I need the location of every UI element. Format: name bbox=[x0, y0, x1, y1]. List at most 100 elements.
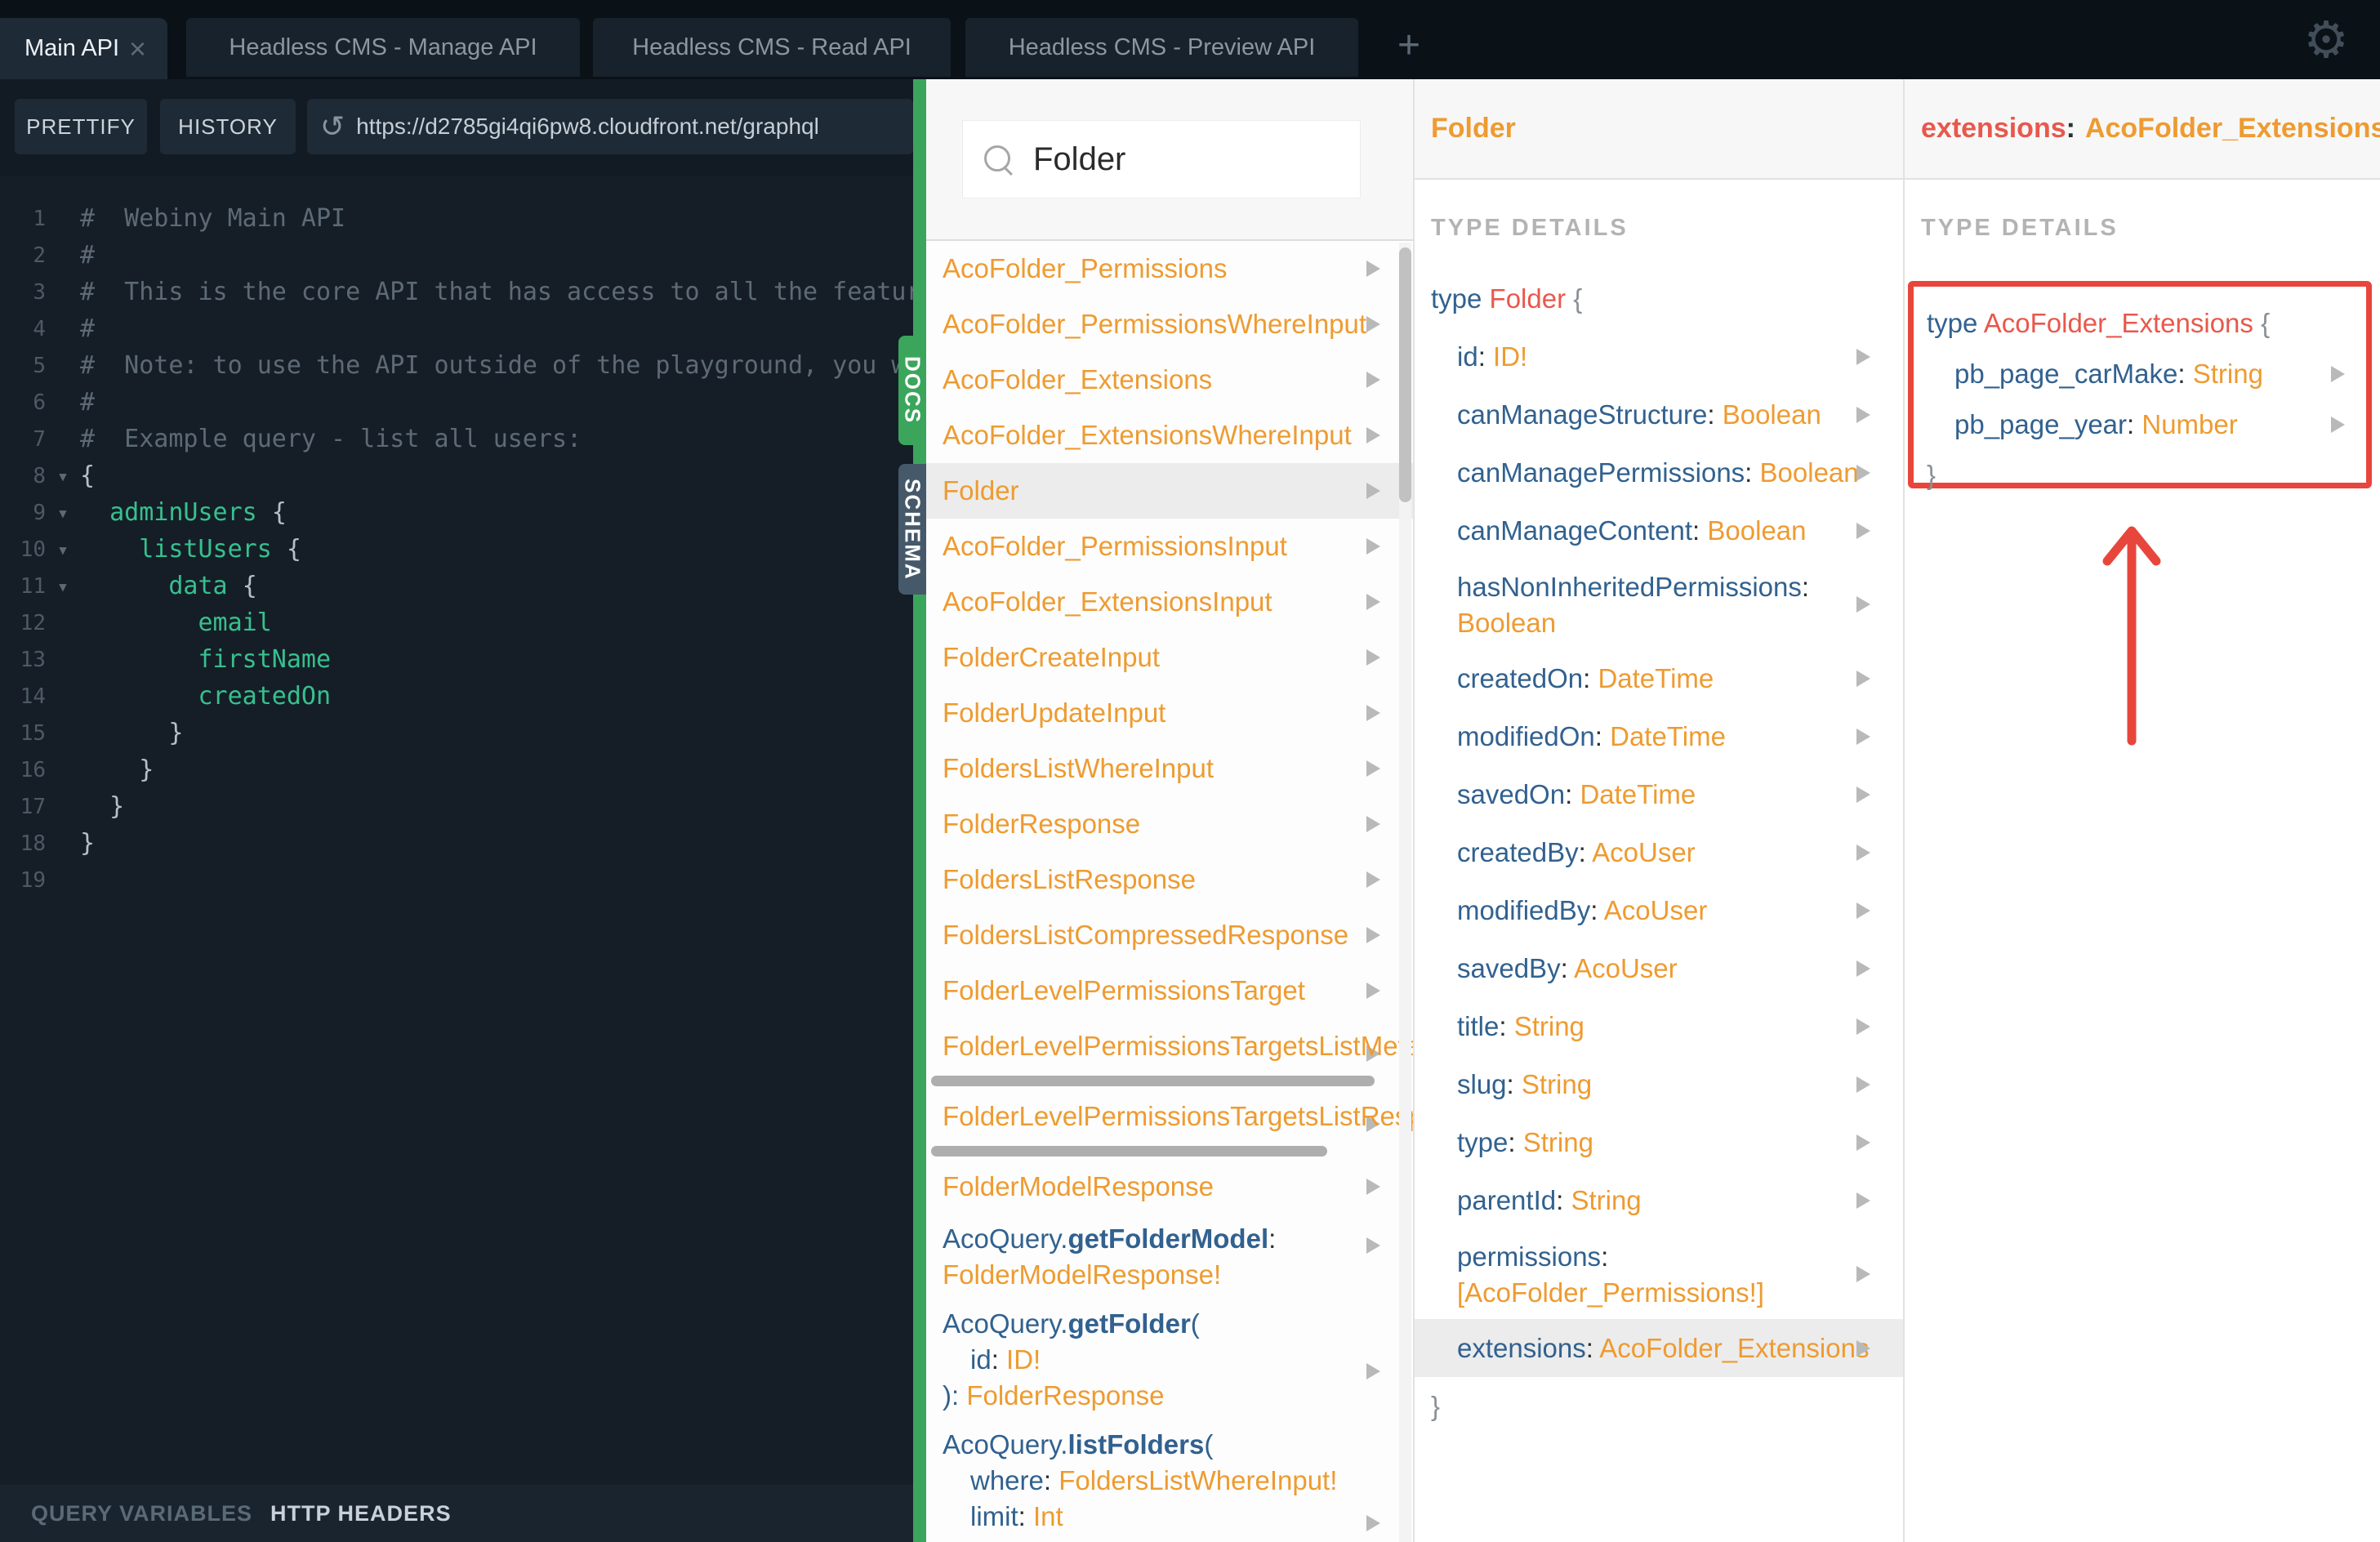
list-item[interactable]: FoldersListResponse bbox=[926, 852, 1413, 907]
field-name: extensions bbox=[1921, 113, 2066, 144]
line-number: 7 bbox=[33, 426, 46, 452]
type-field[interactable]: title: String bbox=[1415, 997, 1903, 1055]
tab-headless-cms-manage-api[interactable]: Headless CMS - Manage API bbox=[186, 18, 580, 77]
type-field[interactable]: modifiedOn: DateTime bbox=[1415, 707, 1903, 765]
list-item[interactable]: FoldersListWhereInput bbox=[926, 741, 1413, 796]
tab-label: Headless CMS - Manage API bbox=[229, 33, 537, 60]
section-label: TYPE DETAILS bbox=[1921, 215, 2119, 241]
list-item[interactable]: AcoFolder_ExtensionsInput bbox=[926, 574, 1413, 630]
type-field[interactable]: canManageStructure: Boolean bbox=[1415, 386, 1903, 443]
search-input[interactable] bbox=[1033, 140, 1335, 178]
line-number: 2 bbox=[33, 243, 46, 268]
type-field[interactable]: hasNonInheritedPermissions: Boolean bbox=[1415, 559, 1903, 649]
list-item[interactable]: AcoFolder_PermissionsInput bbox=[926, 519, 1413, 574]
list-item[interactable]: FoldersListCompressedResponse bbox=[926, 907, 1413, 963]
query-list-item[interactable]: AcoQuery.listFolders( where: FoldersList… bbox=[926, 1420, 1413, 1541]
type-field-selected[interactable]: extensions: AcoFolder_Extensions bbox=[1415, 1319, 1903, 1377]
fold-caret-icon[interactable]: ▾ bbox=[46, 538, 80, 561]
code-line: 2 # bbox=[0, 237, 913, 274]
list-item-selected[interactable]: Folder bbox=[926, 463, 1413, 519]
type-name: AcoFolder_Permissions bbox=[943, 253, 1228, 283]
http-headers-tab[interactable]: HTTP HEADERS bbox=[270, 1501, 452, 1526]
list-item[interactable]: FolderUpdateInput bbox=[926, 685, 1413, 741]
expand-arrow-icon bbox=[1856, 1076, 1870, 1093]
type-field[interactable]: canManageContent: Boolean bbox=[1415, 501, 1903, 559]
schema-side-tab[interactable]: SCHEMA bbox=[898, 464, 926, 595]
query-list-item[interactable]: AcoQuery.getFolder( id: ID! ): FolderRes… bbox=[926, 1299, 1413, 1420]
list-item[interactable]: FolderLevelPermissionsTargetsListMeta bbox=[926, 1018, 1413, 1089]
history-button[interactable]: HISTORY bbox=[160, 99, 296, 154]
list-item[interactable]: FolderLevelPermissionsTarget bbox=[926, 963, 1413, 1018]
line-number: 18 bbox=[20, 831, 46, 856]
type-field[interactable]: permissions: [AcoFolder_Permissions!] bbox=[1415, 1229, 1903, 1319]
list-item[interactable]: FolderCreateInput bbox=[926, 630, 1413, 685]
endpoint-url-bar[interactable]: ↺ https://d2785gi4qi6pw8.cloudfront.net/… bbox=[307, 99, 913, 154]
extensions-type-details-panel: extensions: AcoFolder_Extensions TYPE DET… bbox=[1903, 79, 2380, 1542]
docs-type-list: AcoFolder_Permissions AcoFolder_Permissi… bbox=[926, 241, 1413, 1542]
type-field[interactable]: modifiedBy: AcoUser bbox=[1415, 881, 1903, 939]
refresh-icon[interactable]: ↺ bbox=[320, 110, 345, 144]
prettify-button[interactable]: PRETTIFY bbox=[15, 99, 147, 154]
query-list-item[interactable]: AcoQuery.getFolderModel: FolderModelResp… bbox=[926, 1214, 1413, 1299]
query-variables-tab[interactable]: QUERY VARIABLES bbox=[31, 1501, 252, 1526]
field-type: AcoFolder_Extensions bbox=[2084, 113, 2380, 144]
vertical-scrollbar[interactable] bbox=[1399, 247, 1411, 502]
close-icon[interactable]: × bbox=[129, 33, 146, 64]
type-field[interactable]: createdBy: AcoUser bbox=[1415, 823, 1903, 881]
list-item[interactable]: AcoFolder_ExtensionsWhereInput bbox=[926, 408, 1413, 463]
docs-search-box[interactable] bbox=[962, 120, 1361, 198]
horizontal-scrollbar[interactable] bbox=[931, 1076, 1375, 1086]
expand-arrow-icon bbox=[1366, 1515, 1380, 1531]
list-item[interactable]: AcoFolder_Extensions bbox=[926, 352, 1413, 408]
list-item[interactable]: FolderModelResponse bbox=[926, 1159, 1413, 1214]
panel-title: Folder bbox=[1431, 113, 1516, 144]
query-signature: AcoQuery.getFolderModel: bbox=[943, 1223, 1277, 1254]
type-name: FolderLevelPermissionsTargetsListRespons… bbox=[943, 1101, 1413, 1131]
type-name: FolderLevelPermissionsTargetsListMeta bbox=[943, 1031, 1413, 1061]
query-return-type: ): FolderResponse bbox=[943, 1380, 1165, 1411]
graphql-query-editor[interactable]: 1 # Webiny Main API 2 # 3 # This is the cor… bbox=[0, 176, 913, 1485]
code-line: 18} bbox=[0, 825, 913, 862]
expand-arrow-icon bbox=[1366, 760, 1380, 777]
tab-headless-cms-read-api[interactable]: Headless CMS - Read API bbox=[593, 18, 951, 77]
type-field[interactable]: pb_page_carMake: String bbox=[1927, 349, 2366, 399]
endpoint-url[interactable]: https://d2785gi4qi6pw8.cloudfront.net/gr… bbox=[356, 114, 819, 140]
type-name: Folder bbox=[943, 475, 1019, 506]
type-field[interactable]: slug: String bbox=[1415, 1055, 1903, 1113]
tab-headless-cms-preview-api[interactable]: Headless CMS - Preview API bbox=[965, 18, 1358, 77]
fold-caret-icon[interactable]: ▾ bbox=[46, 465, 80, 488]
type-field[interactable]: pb_page_year: Number bbox=[1927, 399, 2366, 450]
type-field[interactable]: type: String bbox=[1415, 1113, 1903, 1171]
editor-bottom-bar: QUERY VARIABLES HTTP HEADERS bbox=[0, 1485, 913, 1542]
line-number: 9 bbox=[33, 500, 46, 525]
line-number: 19 bbox=[20, 867, 46, 893]
fold-caret-icon[interactable]: ▾ bbox=[46, 575, 80, 598]
type-field[interactable]: canManagePermissions: Boolean bbox=[1415, 443, 1903, 501]
line-number: 14 bbox=[20, 684, 46, 709]
list-item[interactable]: AcoFolder_PermissionsWhereInput bbox=[926, 296, 1413, 352]
type-field[interactable]: savedBy: AcoUser bbox=[1415, 939, 1903, 997]
tab-label: Headless CMS - Preview API bbox=[1008, 33, 1316, 60]
new-tab-button[interactable]: + bbox=[1384, 18, 1433, 72]
docs-search-area bbox=[926, 79, 1413, 241]
settings-button[interactable]: ⚙ bbox=[2297, 0, 2355, 79]
list-item[interactable]: FolderLevelPermissionsTargetsListRespons… bbox=[926, 1089, 1413, 1159]
list-item[interactable]: FolderResponse bbox=[926, 796, 1413, 852]
type-field[interactable]: savedOn: DateTime bbox=[1415, 765, 1903, 823]
expand-arrow-icon bbox=[1856, 596, 1870, 613]
type-field[interactable]: createdOn: DateTime bbox=[1415, 649, 1903, 707]
panel-divider[interactable] bbox=[913, 79, 926, 1542]
expand-arrow-icon bbox=[1366, 705, 1380, 721]
horizontal-scrollbar[interactable] bbox=[931, 1146, 1327, 1156]
type-name: FolderModelResponse bbox=[943, 1171, 1215, 1201]
docs-side-tab[interactable]: DOCS bbox=[898, 336, 926, 445]
query-signature: AcoQuery.getFolder( bbox=[943, 1308, 1200, 1339]
fold-caret-icon[interactable]: ▾ bbox=[46, 501, 80, 524]
list-item[interactable]: AcoFolder_Permissions bbox=[926, 241, 1413, 296]
tab-main-api[interactable]: Main API × bbox=[0, 18, 167, 79]
annotation-highlight-box: type AcoFolder_Extensions { pb_page_carM… bbox=[1908, 281, 2372, 490]
type-field[interactable]: parentId: String bbox=[1415, 1171, 1903, 1229]
type-name: AcoFolder_ExtensionsWhereInput bbox=[943, 420, 1352, 450]
expand-arrow-icon bbox=[2331, 417, 2345, 433]
type-field[interactable]: id: ID! bbox=[1415, 328, 1903, 386]
